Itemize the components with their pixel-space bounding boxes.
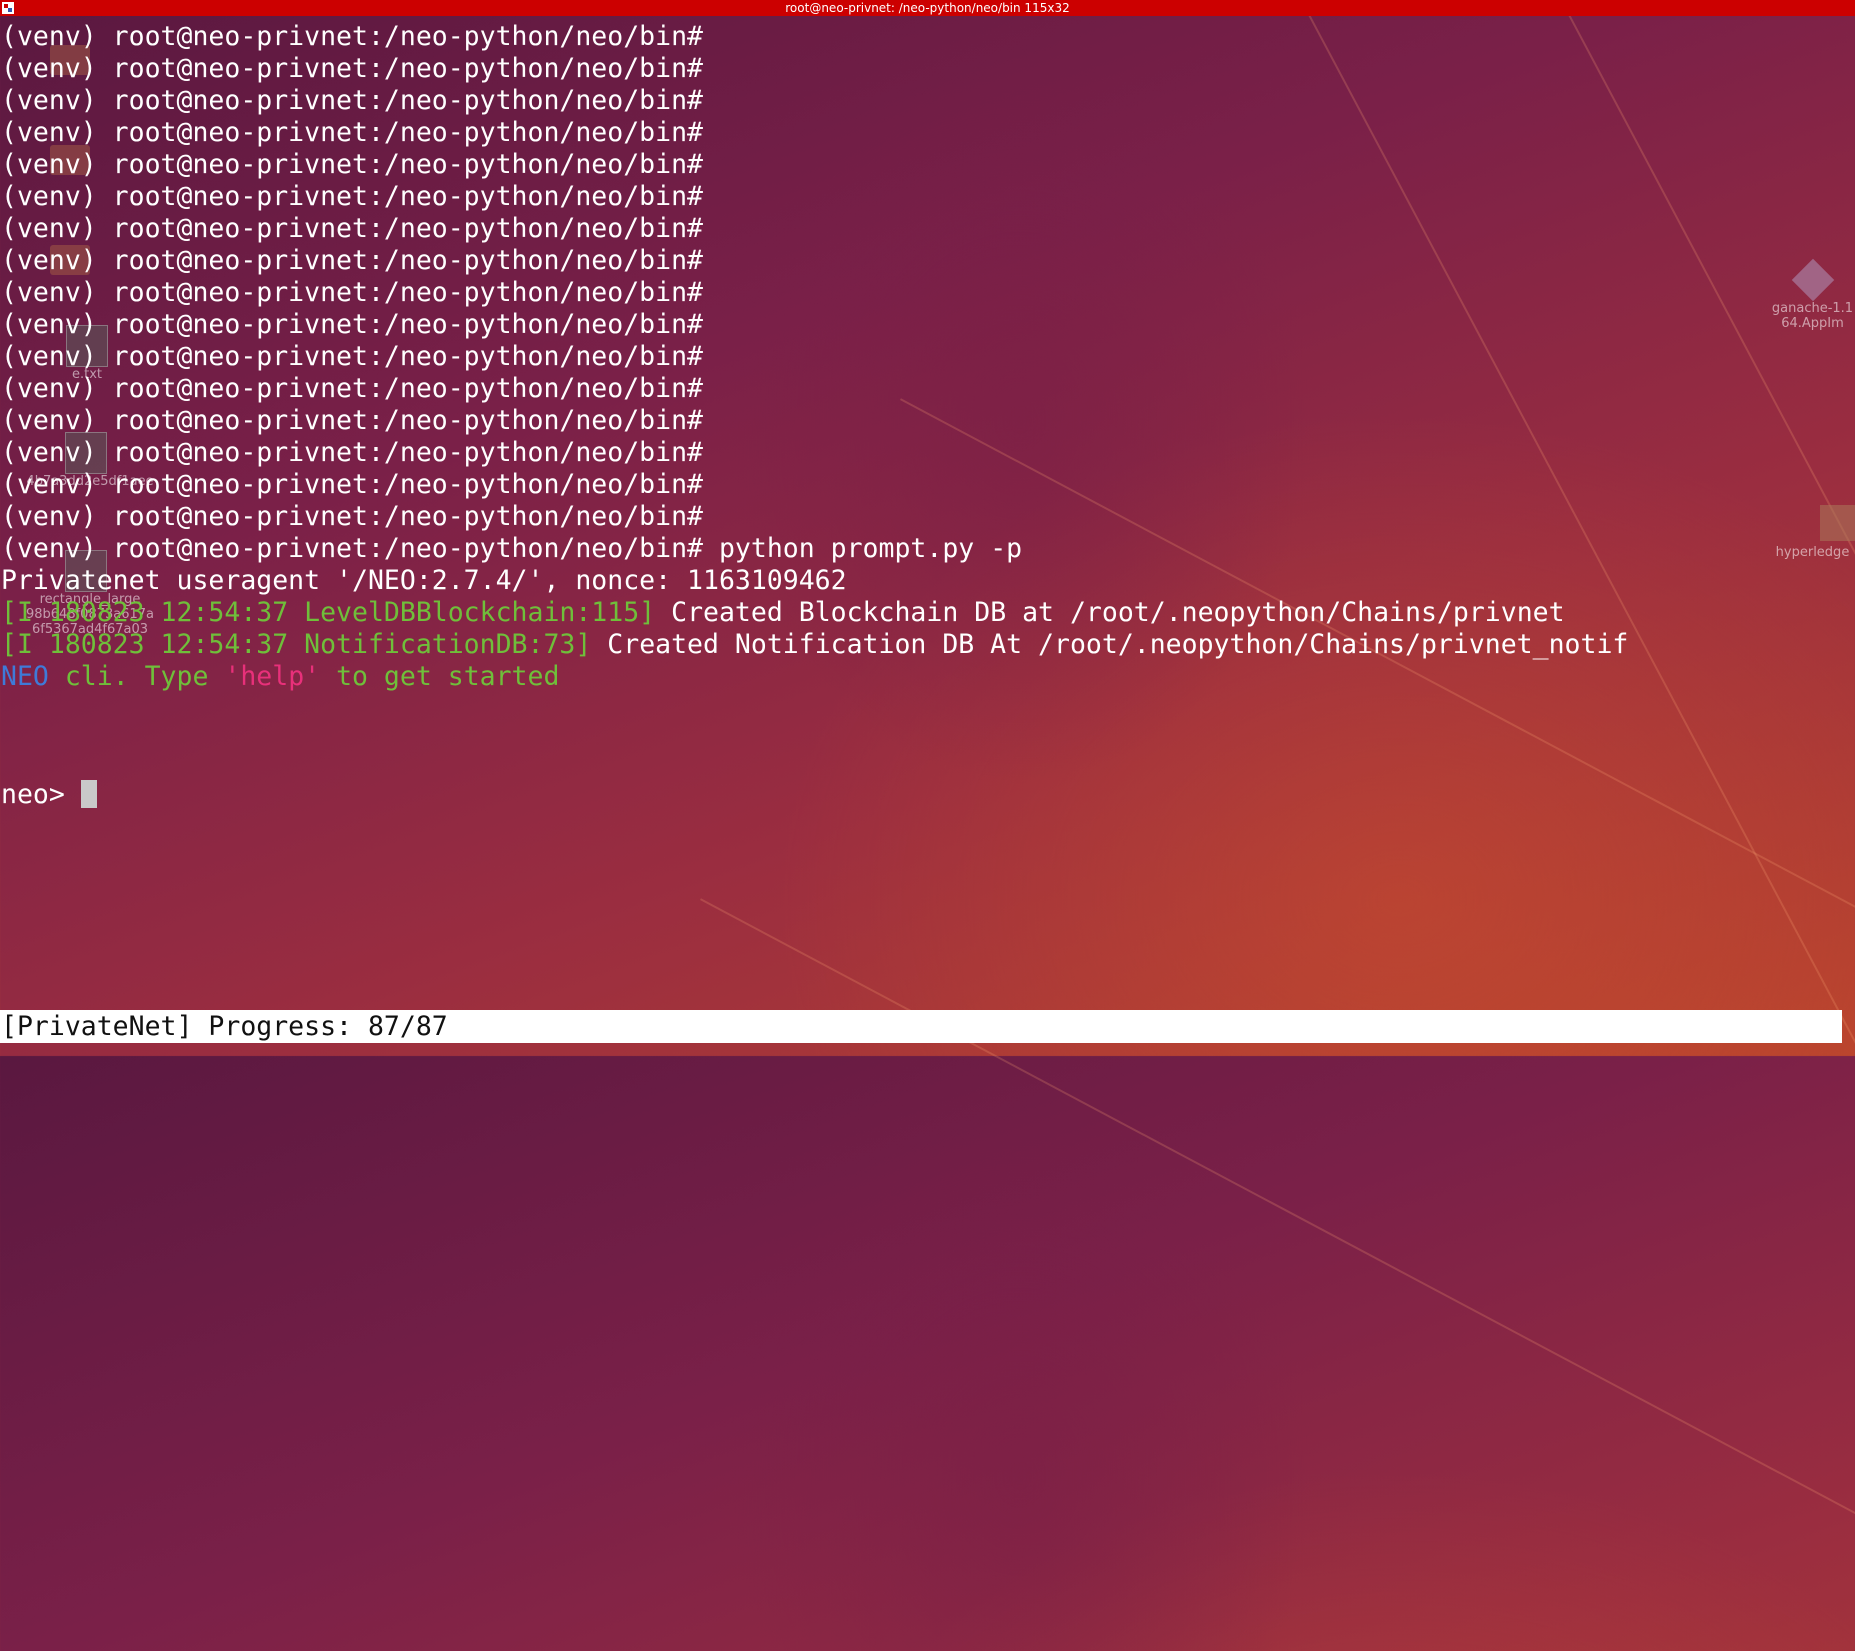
prompt-line: (venv) root@neo-privnet:/neo-python/neo/… — [1, 85, 703, 116]
neo-prompt: neo> — [1, 779, 65, 810]
prompt-line: (venv) root@neo-privnet:/neo-python/neo/… — [1, 117, 703, 148]
command-line: (venv) root@neo-privnet:/neo-python/neo/… — [0, 533, 1855, 565]
prompt-line: (venv) root@neo-privnet:/neo-python/neo/… — [1, 373, 703, 404]
welcome-line: NEO cli. Type 'help' to get started — [0, 661, 1855, 693]
welcome-neo: NEO — [1, 661, 49, 692]
prompt-line: (venv) root@neo-privnet:/neo-python/neo/… — [1, 469, 703, 500]
terminal-output[interactable]: (venv) root@neo-privnet:/neo-python/neo/… — [0, 21, 1855, 821]
welcome-help: 'help' — [224, 661, 321, 692]
log-prefix: [I 180823 12:54:37 NotificationDB:73] — [1, 629, 592, 660]
log-prefix: [I 180823 12:54:37 LevelDBBlockchain:115… — [1, 597, 656, 628]
log-line-notification: [I 180823 12:54:37 NotificationDB:73] Cr… — [0, 629, 1855, 661]
prompt-text: (venv) root@neo-privnet:/neo-python/neo/… — [1, 533, 703, 564]
prompt-line: (venv) root@neo-privnet:/neo-python/neo/… — [1, 245, 703, 276]
useragent-line: Privatenet useragent '/NEO:2.7.4/', nonc… — [1, 565, 847, 596]
log-message: Created Notification DB At /root/.neopyt… — [607, 629, 1629, 660]
window-title: root@neo-privnet: /neo-python/neo/bin 11… — [785, 1, 1070, 15]
prompt-line: (venv) root@neo-privnet:/neo-python/neo/… — [1, 309, 703, 340]
log-line-blockchain: [I 180823 12:54:37 LevelDBBlockchain:115… — [0, 597, 1855, 629]
text-cursor — [80, 780, 97, 808]
prompt-line: (venv) root@neo-privnet:/neo-python/neo/… — [1, 437, 703, 468]
prompt-line: (venv) root@neo-privnet:/neo-python/neo/… — [1, 341, 703, 372]
prompt-line: (venv) root@neo-privnet:/neo-python/neo/… — [1, 213, 703, 244]
welcome-cli: cli. Type — [48, 661, 225, 692]
prompt-line: (venv) root@neo-privnet:/neo-python/neo/… — [1, 149, 703, 180]
progress-status-bar: [PrivateNet] Progress: 87/87 — [0, 1010, 1842, 1043]
prompt-line: (venv) root@neo-privnet:/neo-python/neo/… — [1, 405, 703, 436]
neo-input-line[interactable]: neo> — [0, 779, 1855, 811]
prompt-line: (venv) root@neo-privnet:/neo-python/neo/… — [1, 21, 703, 52]
prompt-line: (venv) root@neo-privnet:/neo-python/neo/… — [1, 53, 703, 84]
window-titlebar[interactable]: root@neo-privnet: /neo-python/neo/bin 11… — [0, 0, 1855, 16]
prompt-line: (venv) root@neo-privnet:/neo-python/neo/… — [1, 181, 703, 212]
prompt-line: (venv) root@neo-privnet:/neo-python/neo/… — [1, 277, 703, 308]
welcome-rest: to get started — [320, 661, 560, 692]
command-text: python prompt.py -p — [718, 533, 1023, 564]
window-menu-icon[interactable] — [2, 2, 14, 14]
prompt-line: (venv) root@neo-privnet:/neo-python/neo/… — [1, 501, 703, 532]
log-message: Created Blockchain DB at /root/.neopytho… — [671, 597, 1565, 628]
